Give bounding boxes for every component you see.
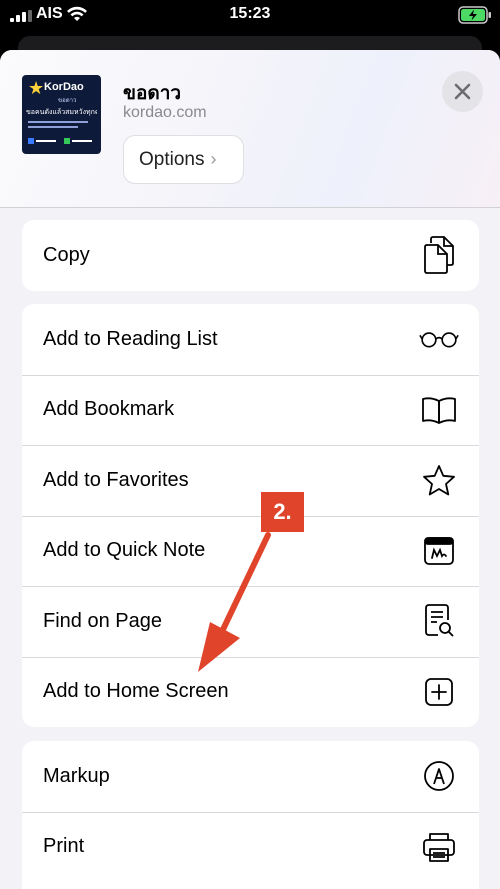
action-add-to-favorites[interactable]: Add to Favorites — [22, 445, 479, 516]
book-icon — [419, 390, 459, 430]
site-thumbnail: ★ KorDao ขอดาว ขอคนดังแล้วสมหวังทุกคน — [22, 75, 101, 154]
thumbnail-text-lines — [28, 121, 88, 128]
share-header: ★ KorDao ขอดาว ขอคนดังแล้วสมหวังทุกคน ขอ… — [0, 50, 500, 208]
copy-icon — [419, 235, 459, 275]
options-button[interactable]: Options › — [123, 135, 244, 184]
action-label: Add to Home Screen — [43, 680, 229, 703]
annotation-arrow — [198, 532, 271, 672]
thumbnail-brand: KorDao — [44, 81, 84, 93]
step-badge: 2. — [261, 492, 304, 532]
share-sheet: ★ KorDao ขอดาว ขอคนดังแล้วสมหวังทุกคน ขอ… — [0, 50, 500, 889]
action-add-bookmark[interactable]: Add Bookmark — [22, 374, 479, 446]
star-logo-icon: ★ — [28, 78, 45, 98]
action-label: Print — [43, 835, 85, 858]
find-on-page-icon — [419, 601, 459, 641]
printer-icon — [419, 827, 459, 867]
close-button[interactable] — [442, 71, 483, 112]
thumbnail-text: ขอคนดังแล้วสมหวังทุกคน — [26, 109, 97, 116]
thumbnail-subtitle: ขอดาว — [58, 98, 77, 104]
battery-charging-icon — [458, 6, 491, 24]
site-url: kordao.com — [123, 104, 207, 121]
action-copy[interactable]: Copy — [22, 220, 479, 291]
chevron-right-icon: › — [210, 149, 217, 169]
action-add-to-reading-list[interactable]: Add to Reading List — [22, 304, 479, 375]
action-label: Markup — [43, 764, 110, 787]
add-square-icon — [419, 672, 459, 712]
clock: 15:23 — [229, 5, 271, 22]
action-print[interactable]: Print — [22, 811, 479, 883]
action-markup[interactable]: Markup — [22, 741, 479, 812]
close-icon — [454, 83, 471, 100]
star-icon — [419, 460, 459, 500]
glasses-icon — [419, 319, 459, 359]
status-bar: AIS 15:23 — [0, 0, 500, 30]
action-label: Copy — [43, 243, 90, 266]
markup-icon — [419, 756, 459, 796]
quick-note-icon — [419, 531, 459, 571]
options-label: Options — [139, 148, 205, 170]
action-label: Add Bookmark — [43, 398, 175, 421]
thumbnail-badges — [28, 138, 92, 144]
action-label: Add to Favorites — [43, 468, 189, 491]
action-label: Add to Reading List — [43, 327, 218, 350]
action-group-copy: Copy — [22, 220, 479, 291]
action-group-tools: Markup Print — [22, 741, 479, 889]
